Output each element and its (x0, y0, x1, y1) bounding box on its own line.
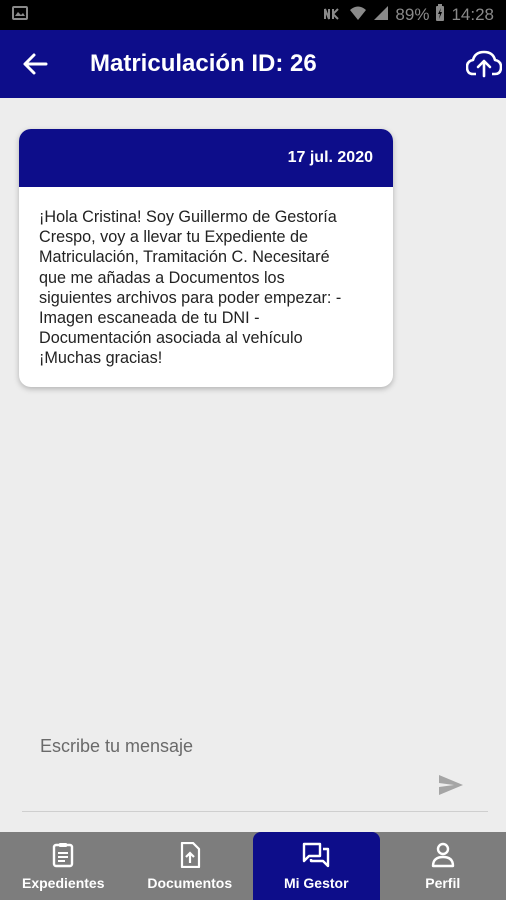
nav-label-perfil: Perfil (425, 875, 461, 891)
page-title: Matriculación ID: 26 (90, 50, 317, 77)
message-date: 17 jul. 2020 (287, 149, 373, 166)
no-sim-icon (323, 5, 343, 26)
upload-button[interactable] (456, 30, 506, 98)
message-input[interactable] (40, 734, 420, 758)
chat-icon (303, 842, 330, 868)
clipboard-icon (53, 843, 74, 868)
arrow-back-icon (23, 53, 48, 75)
bottom-nav: Expedientes Documentos Mi Gestor Perfil (0, 832, 506, 900)
status-right: 89% 14:28 (323, 3, 494, 27)
app-bar: Matriculación ID: 26 (0, 30, 506, 98)
wifi-icon (349, 5, 367, 26)
back-button[interactable] (0, 30, 70, 98)
person-icon (431, 842, 454, 868)
message-composer (22, 722, 488, 812)
nav-item-perfil[interactable]: Perfil (380, 832, 506, 900)
signal-icon (373, 5, 389, 26)
nav-label-documentos: Documentos (147, 875, 233, 891)
nav-item-expedientes[interactable]: Expedientes (0, 832, 127, 900)
battery-percent: 89% (395, 5, 430, 24)
clock: 14:28 (451, 5, 494, 24)
nav-item-mi-gestor[interactable]: Mi Gestor (253, 832, 380, 900)
battery-charging-icon (435, 3, 445, 27)
cloud-upload-icon (466, 50, 502, 78)
message-card: 17 jul. 2020 ¡Hola Cristina! Soy Guiller… (19, 129, 393, 387)
message-header: 17 jul. 2020 (19, 129, 393, 187)
gallery-notification-icon (12, 5, 28, 25)
status-left (12, 5, 28, 25)
status-bar: 89% 14:28 (0, 0, 506, 30)
nav-label-mi-gestor: Mi Gestor (283, 875, 349, 891)
nav-label-expedientes: Expedientes (22, 875, 105, 891)
nav-item-documentos[interactable]: Documentos (127, 832, 254, 900)
message-text: ¡Hola Cristina! Soy Guillermo de Gestorí… (39, 208, 342, 368)
send-icon (439, 775, 463, 795)
document-upload-icon (180, 842, 200, 868)
send-button[interactable] (438, 774, 466, 798)
